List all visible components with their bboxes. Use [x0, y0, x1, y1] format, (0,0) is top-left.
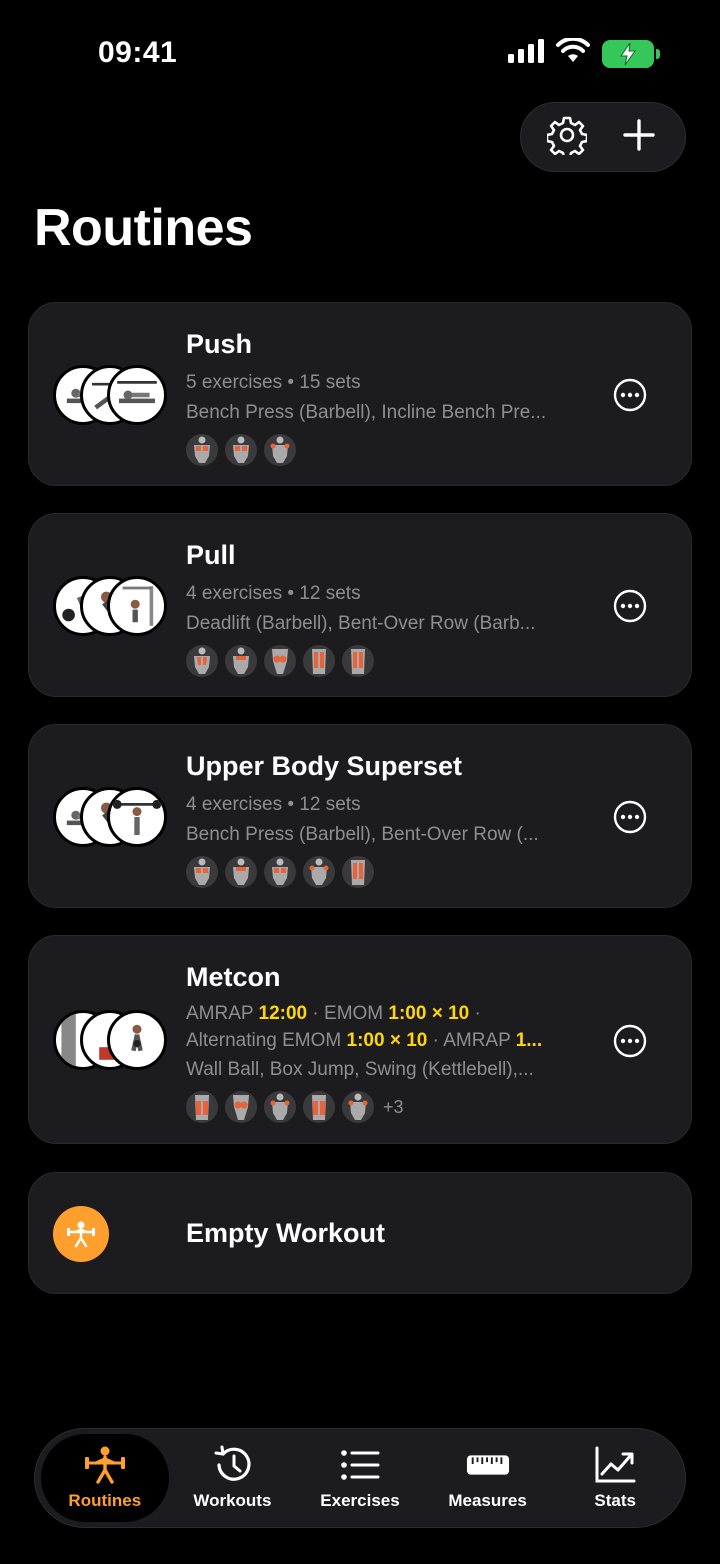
- add-routine-button[interactable]: [611, 109, 667, 165]
- more-options-icon[interactable]: [613, 589, 647, 623]
- history-clock-icon: [210, 1445, 254, 1485]
- tab-exercises[interactable]: Exercises: [296, 1434, 424, 1522]
- exercise-thumbnail: [107, 576, 167, 636]
- routine-card-pull[interactable]: Pull 4 exercises • 12 sets Deadlift (Bar…: [28, 513, 692, 697]
- muscle-group-list: +3: [186, 1091, 581, 1123]
- routine-title: Metcon: [186, 962, 281, 992]
- back-icon: [186, 645, 218, 677]
- meta-emom: EMOM: [324, 1003, 384, 1024]
- more-options-icon[interactable]: [613, 1024, 647, 1058]
- shoulders-icon: [342, 1091, 374, 1123]
- top-actions: [520, 102, 686, 172]
- chest-icon: [225, 434, 257, 466]
- exercise-thumbnail: [107, 1010, 167, 1070]
- exercise-thumbnail: [107, 787, 167, 847]
- legs-icon: [186, 1091, 218, 1123]
- exercise-thumbnail: [107, 365, 167, 425]
- routine-exercises: Deadlift (Barbell), Bent-Over Row (Barb.…: [186, 613, 536, 634]
- back-icon: [225, 645, 257, 677]
- tab-stats[interactable]: Stats: [551, 1434, 679, 1522]
- routine-meta: 4 exercises • 12 sets: [186, 583, 361, 604]
- routine-card-push[interactable]: Push 5 exercises • 15 sets Bench Press (…: [28, 302, 692, 486]
- routine-exercises: Bench Press (Barbell), Incline Bench Pre…: [186, 402, 547, 423]
- back-icon: [303, 645, 335, 677]
- routine-info: Metcon AMRAP 12:00 · EMOM 1:00 × 10 · Al…: [186, 962, 581, 1123]
- routine-meta: 5 exercises • 15 sets: [186, 372, 361, 393]
- routine-card-metcon[interactable]: Metcon AMRAP 12:00 · EMOM 1:00 × 10 · Al…: [28, 935, 692, 1144]
- status-bar: 09:41: [0, 0, 720, 100]
- meta-alt-emom-time: 1:00 × 10: [346, 1030, 428, 1051]
- shoulders-icon: [264, 1091, 296, 1123]
- back-icon: [225, 856, 257, 888]
- legs-icon: [303, 1091, 335, 1123]
- wifi-icon: [556, 36, 590, 69]
- barbell-person-icon: [53, 1206, 109, 1262]
- page-title: Routines: [34, 199, 253, 257]
- muscle-group-list: [186, 645, 581, 677]
- chest-icon: [186, 434, 218, 466]
- routine-title: Upper Body Superset: [186, 751, 463, 781]
- chest-icon: [186, 856, 218, 888]
- meta-amrap-2-time: 1...: [515, 1030, 543, 1051]
- routine-info: Pull 4 exercises • 12 sets Deadlift (Bar…: [186, 540, 581, 677]
- muscle-group-list: [186, 856, 581, 888]
- tab-routines[interactable]: Routines: [41, 1434, 169, 1522]
- shoulders-icon: [303, 856, 335, 888]
- glutes-icon: [264, 645, 296, 677]
- muscle-group-list: [186, 434, 581, 466]
- status-icons: [508, 36, 660, 69]
- more-options-icon[interactable]: [613, 378, 647, 412]
- glutes-icon: [225, 1091, 257, 1123]
- tab-bar: Routines Workouts Exercises Measures Sta…: [34, 1428, 686, 1528]
- chest-icon: [264, 856, 296, 888]
- routine-meta-line-2: Alternating EMOM 1:00 × 10 · AMRAP 1...: [186, 1030, 543, 1051]
- meta-amrap: AMRAP: [186, 1003, 254, 1024]
- routine-exercises: Wall Ball, Box Jump, Swing (Kettlebell),…: [186, 1059, 534, 1080]
- tab-label: Exercises: [320, 1491, 400, 1510]
- meta-amrap-2: AMRAP: [443, 1030, 511, 1051]
- more-options-icon[interactable]: [613, 800, 647, 834]
- routine-title: Pull: [186, 540, 236, 570]
- exercise-thumbnails: [53, 1010, 167, 1070]
- barbell-person-icon: [83, 1445, 127, 1485]
- list-icon: [338, 1445, 382, 1485]
- signal-icon: [508, 39, 544, 68]
- exercise-thumbnails: [53, 576, 167, 636]
- routine-meta-line-1: AMRAP 12:00 · EMOM 1:00 × 10 ·: [186, 1003, 481, 1024]
- tab-workouts[interactable]: Workouts: [169, 1434, 297, 1522]
- meta-emom-time: 1:00 × 10: [388, 1003, 470, 1024]
- plus-icon: [622, 118, 656, 157]
- routine-exercises: Bench Press (Barbell), Bent-Over Row (..…: [186, 824, 539, 845]
- routine-info: Upper Body Superset 4 exercises • 12 set…: [186, 751, 581, 888]
- battery-icon: [602, 39, 660, 68]
- tab-measures[interactable]: Measures: [424, 1434, 552, 1522]
- routine-info: Push 5 exercises • 15 sets Bench Press (…: [186, 329, 581, 466]
- tab-label: Routines: [68, 1491, 142, 1510]
- empty-workout-label: Empty Workout: [186, 1218, 386, 1248]
- more-muscles-count: +3: [383, 1096, 404, 1117]
- back-icon: [342, 645, 374, 677]
- exercise-thumbnails: [53, 787, 167, 847]
- shoulders-icon: [264, 434, 296, 466]
- settings-button[interactable]: [539, 109, 595, 165]
- routine-card-upper-body-superset[interactable]: Upper Body Superset 4 exercises • 12 set…: [28, 724, 692, 908]
- chart-line-icon: [593, 1445, 637, 1485]
- routine-title: Push: [186, 329, 253, 359]
- empty-workout-button[interactable]: Empty Workout: [28, 1172, 692, 1294]
- gear-icon: [545, 115, 589, 160]
- exercise-thumbnails: [53, 365, 167, 425]
- meta-amrap-time: 12:00: [258, 1003, 308, 1024]
- back-icon: [342, 856, 374, 888]
- ruler-icon: [466, 1445, 510, 1485]
- routine-meta: 4 exercises • 12 sets: [186, 794, 361, 815]
- tab-label: Stats: [594, 1491, 636, 1510]
- status-time: 09:41: [98, 36, 178, 69]
- meta-alt-emom: Alternating EMOM: [186, 1030, 342, 1051]
- tab-label: Workouts: [193, 1491, 272, 1510]
- tab-label: Measures: [448, 1491, 527, 1510]
